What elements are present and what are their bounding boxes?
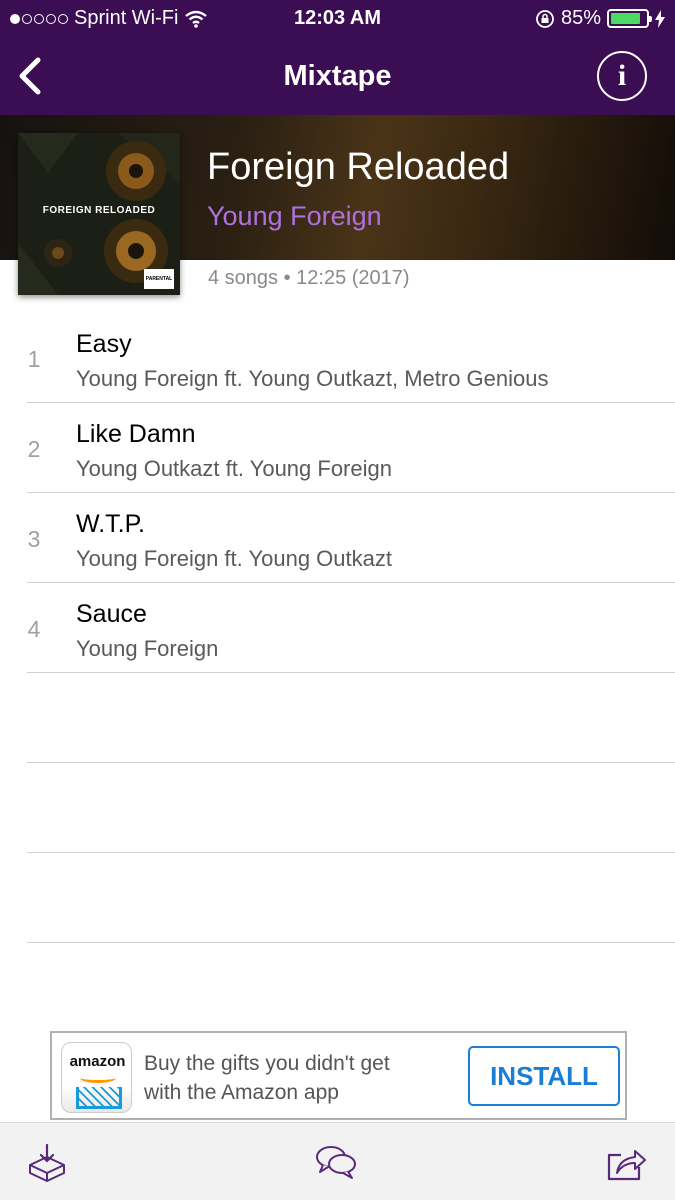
cover-title-text: FOREIGN RELOADED — [42, 205, 156, 216]
chat-bubbles-icon — [316, 1146, 356, 1179]
ad-text: Buy the gifts you didn't get with the Am… — [144, 1052, 390, 1104]
chevron-left-icon — [19, 57, 41, 95]
album-meta: 4 songs • 12:25 (2017) — [208, 267, 410, 289]
track-row[interactable]: 3 W.T.P. Young Foreign ft. Young Outkazt — [27, 493, 675, 583]
empty-row — [27, 853, 675, 943]
amazon-logo-text: amazon — [69, 1053, 126, 1070]
status-bar: Sprint Wi-Fi 12:03 AM 85% — [0, 0, 675, 38]
amazon-smile-icon — [80, 1073, 116, 1083]
charging-bolt-icon — [655, 9, 665, 28]
comments-button[interactable] — [315, 1141, 357, 1183]
track-name: Sauce — [76, 600, 147, 628]
track-artist: Young Foreign ft. Young Outkazt — [76, 546, 392, 571]
download-icon — [29, 1143, 65, 1182]
parental-advisory-label: PARENTAL ADVISORY — [144, 269, 174, 289]
track-list: 1 Easy Young Foreign ft. Young Outkazt, … — [0, 313, 675, 943]
share-button[interactable] — [605, 1141, 647, 1183]
track-name: W.T.P. — [76, 510, 146, 538]
empty-row — [27, 673, 675, 763]
track-row[interactable]: 2 Like Damn Young Outkazt ft. Young Fore… — [27, 403, 675, 493]
album-artist-link[interactable]: Young Foreign — [207, 201, 382, 232]
empty-row — [27, 763, 675, 853]
status-right: 85% — [535, 7, 665, 30]
bottom-toolbar — [0, 1122, 675, 1200]
track-number: 4 — [27, 616, 41, 642]
track-artist: Young Foreign — [76, 636, 219, 661]
track-name: Easy — [76, 330, 132, 358]
back-button[interactable] — [12, 56, 52, 96]
track-artist: Young Foreign ft. Young Outkazt, Metro G… — [76, 366, 549, 391]
orientation-lock-icon — [536, 9, 554, 28]
ad-banner[interactable]: amazon Buy the gifts you didn't get with… — [50, 1031, 627, 1120]
track-number: 1 — [27, 346, 41, 372]
track-row[interactable]: 1 Easy Young Foreign ft. Young Outkazt, … — [27, 313, 675, 403]
album-title: Foreign Reloaded — [207, 146, 510, 188]
page-title: Mixtape — [283, 60, 392, 92]
track-name: Like Damn — [76, 420, 196, 448]
battery-icon — [607, 9, 652, 28]
amazon-logo: amazon — [61, 1042, 132, 1113]
track-number: 3 — [27, 526, 41, 552]
battery-percent: 85% — [560, 7, 601, 29]
album-cover[interactable]: FOREIGN RELOADED PARENTAL ADVISORY — [18, 133, 180, 295]
download-button[interactable] — [26, 1141, 68, 1183]
track-row[interactable]: 4 Sauce Young Foreign — [27, 583, 675, 673]
track-artist: Young Outkazt ft. Young Foreign — [76, 456, 392, 481]
info-button[interactable]: i — [597, 51, 647, 101]
install-button[interactable]: INSTALL — [468, 1046, 620, 1106]
share-icon — [607, 1150, 646, 1181]
nav-bar: Mixtape i — [0, 38, 675, 115]
shopping-cart-icon — [76, 1087, 122, 1109]
track-number: 2 — [27, 436, 41, 462]
